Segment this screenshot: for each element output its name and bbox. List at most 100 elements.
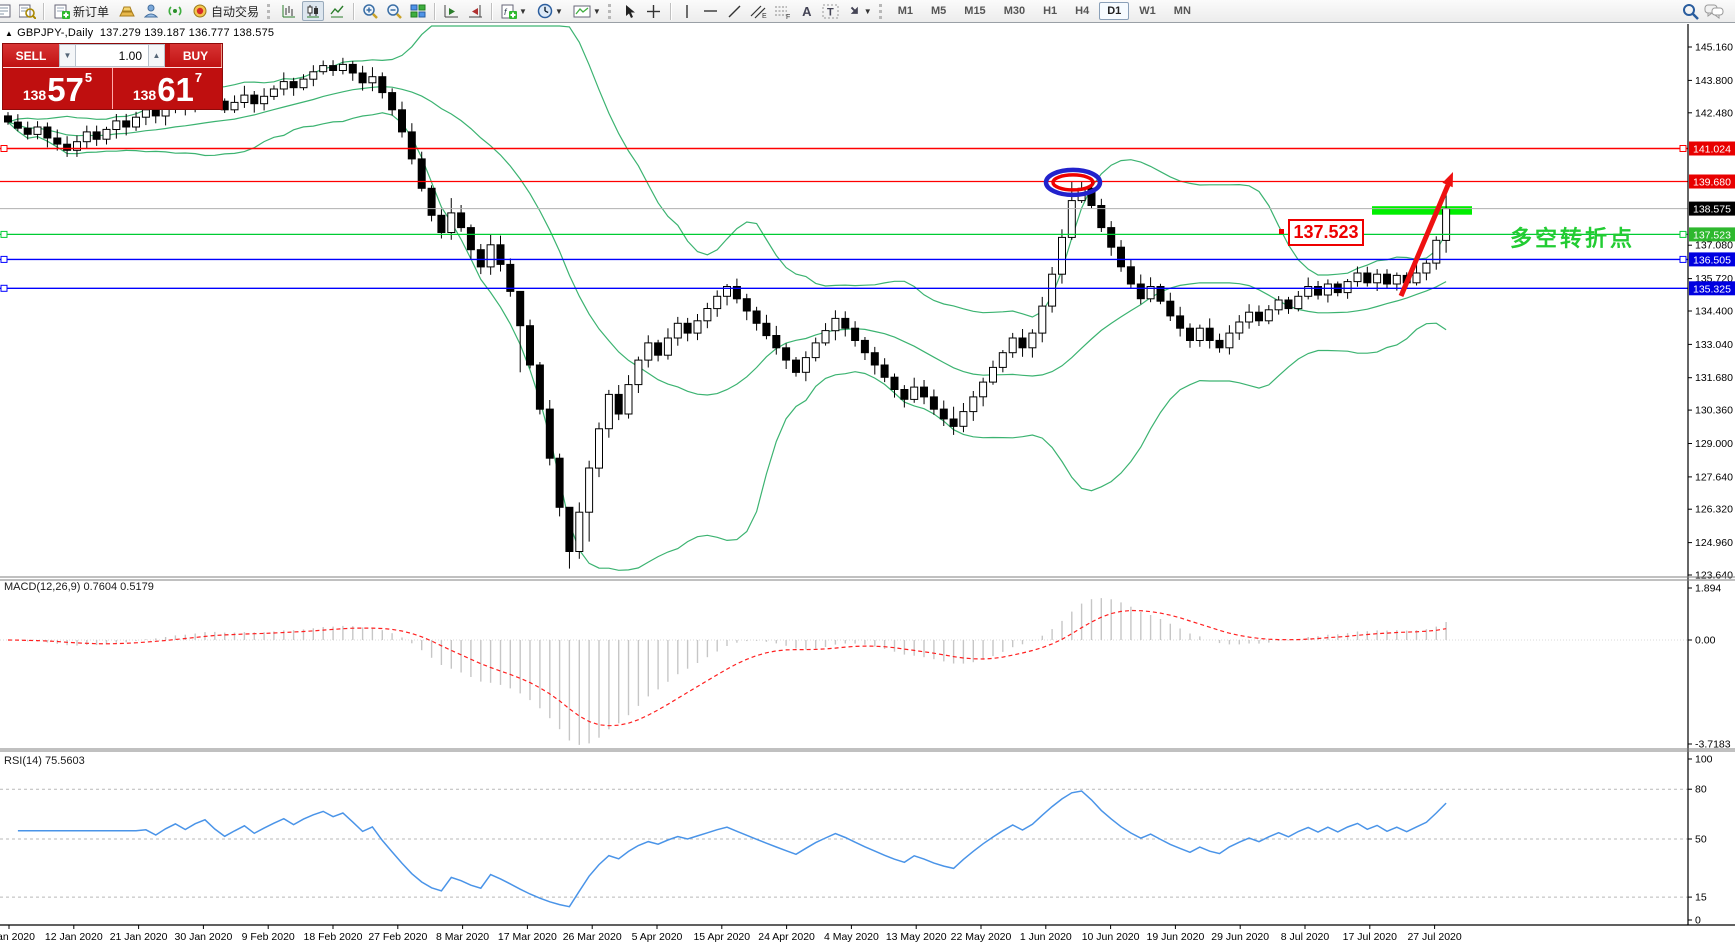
tile-windows-icon[interactable] bbox=[407, 1, 429, 21]
svg-text:138.575: 138.575 bbox=[1693, 204, 1731, 216]
svg-text:124.960: 124.960 bbox=[1695, 537, 1733, 549]
svg-text:26 Mar 2020: 26 Mar 2020 bbox=[563, 931, 622, 943]
templates-dropdown-caret[interactable]: ▼ bbox=[593, 7, 601, 16]
toolbar-drag-handle bbox=[608, 4, 614, 19]
svg-text:17 Jul 2020: 17 Jul 2020 bbox=[1343, 931, 1397, 943]
new-order-button[interactable]: 新订单 bbox=[49, 1, 114, 21]
svg-text:0.00: 0.00 bbox=[1695, 635, 1716, 647]
svg-text:8 Jul 2020: 8 Jul 2020 bbox=[1281, 931, 1330, 943]
text-tool-icon[interactable]: A bbox=[796, 1, 818, 21]
svg-text:9 Feb 2020: 9 Feb 2020 bbox=[242, 931, 295, 943]
timeframe-h1[interactable]: H1 bbox=[1035, 2, 1065, 20]
svg-text:130.360: 130.360 bbox=[1695, 405, 1733, 417]
sell-button[interactable]: SELL bbox=[3, 44, 59, 67]
auto-scroll-icon[interactable] bbox=[440, 1, 462, 21]
auto-trading-button[interactable]: 自动交易 bbox=[188, 1, 264, 21]
zoom-in-icon[interactable] bbox=[359, 1, 381, 21]
price-callout-137523[interactable]: 137.523 bbox=[1288, 219, 1364, 246]
svg-text:50: 50 bbox=[1695, 834, 1707, 846]
zoom-out-icon[interactable] bbox=[383, 1, 405, 21]
svg-text:131.680: 131.680 bbox=[1695, 372, 1733, 384]
svg-text:134.400: 134.400 bbox=[1695, 306, 1733, 318]
horizontal-line-tool-icon[interactable] bbox=[700, 1, 722, 21]
buy-price-figure: 138 bbox=[133, 87, 156, 103]
svg-text:136.505: 136.505 bbox=[1693, 254, 1731, 266]
timeframe-d1[interactable]: D1 bbox=[1099, 2, 1129, 20]
svg-text:133.040: 133.040 bbox=[1695, 339, 1733, 351]
svg-text:8 Mar 2020: 8 Mar 2020 bbox=[436, 931, 489, 943]
vertical-line-tool-icon[interactable] bbox=[676, 1, 698, 21]
svg-text:19 Jun 2020: 19 Jun 2020 bbox=[1146, 931, 1204, 943]
cursor-icon[interactable] bbox=[619, 1, 641, 21]
periods-icon[interactable]: ▼ bbox=[533, 1, 567, 21]
indicators-icon[interactable]: f ▼ bbox=[497, 1, 531, 21]
arrows-dropdown-caret[interactable]: ▼ bbox=[864, 7, 872, 16]
toolbar-drag-handle bbox=[879, 4, 885, 19]
new-order-label: 新订单 bbox=[73, 3, 109, 20]
rsi-indicator-label: RSI(14) 75.5603 bbox=[4, 755, 85, 767]
toolbar-separator bbox=[491, 3, 492, 20]
svg-text:129.000: 129.000 bbox=[1695, 438, 1733, 450]
sell-price[interactable]: 138 57 5 bbox=[3, 68, 113, 109]
svg-text:5 Apr 2020: 5 Apr 2020 bbox=[632, 931, 683, 943]
label-tool-icon[interactable]: T bbox=[820, 1, 842, 21]
signals-icon[interactable] bbox=[164, 1, 186, 21]
svg-text:4 May 2020: 4 May 2020 bbox=[824, 931, 879, 943]
timeframe-m1[interactable]: M1 bbox=[890, 2, 921, 20]
timeframe-h4[interactable]: H4 bbox=[1067, 2, 1097, 20]
svg-text:142.480: 142.480 bbox=[1695, 107, 1733, 119]
svg-text:80: 80 bbox=[1695, 784, 1707, 796]
crosshair-icon[interactable] bbox=[643, 1, 665, 21]
toolbar-separator bbox=[670, 3, 671, 20]
chat-icon[interactable] bbox=[1703, 1, 1725, 21]
channel-tool-icon[interactable]: E bbox=[748, 1, 770, 21]
chart-shift-icon[interactable] bbox=[464, 1, 486, 21]
price-callout-anchor[interactable] bbox=[1279, 229, 1284, 234]
buy-price[interactable]: 138 61 7 bbox=[113, 68, 222, 109]
timeframe-m30[interactable]: M30 bbox=[996, 2, 1033, 20]
search-icon[interactable] bbox=[1679, 1, 1701, 21]
svg-text:100: 100 bbox=[1695, 754, 1713, 766]
data-window-icon[interactable] bbox=[16, 1, 38, 21]
svg-text:27 Jul 2020: 27 Jul 2020 bbox=[1407, 931, 1461, 943]
auto-trading-label: 自动交易 bbox=[211, 3, 259, 20]
macd-indicator-label: MACD(12,26,9) 0.7604 0.5179 bbox=[4, 581, 154, 593]
toolbar-separator bbox=[353, 3, 354, 20]
arrows-tool-icon[interactable]: ▼ bbox=[844, 1, 876, 21]
volume-input[interactable] bbox=[76, 44, 148, 67]
volume-decrease-button[interactable]: ▼ bbox=[59, 44, 76, 67]
sell-price-figure: 138 bbox=[23, 87, 46, 103]
charts-list-icon[interactable] bbox=[0, 1, 14, 21]
candlestick-chart-type-icon[interactable] bbox=[302, 1, 324, 21]
timeframe-mn[interactable]: MN bbox=[1166, 2, 1199, 20]
trendline-tool-icon[interactable] bbox=[724, 1, 746, 21]
toolbar-separator bbox=[434, 3, 435, 20]
market-icon[interactable] bbox=[116, 1, 138, 21]
svg-text:126.320: 126.320 bbox=[1695, 504, 1733, 516]
line-chart-type-icon[interactable] bbox=[326, 1, 348, 21]
bar-chart-type-icon[interactable] bbox=[278, 1, 300, 21]
svg-text:T: T bbox=[827, 6, 834, 18]
collapse-panel-icon[interactable]: ▲ bbox=[5, 29, 13, 38]
svg-text:1 Jun 2020: 1 Jun 2020 bbox=[1020, 931, 1072, 943]
mt4-application: 新订单 自动交易 bbox=[0, 0, 1735, 943]
volume-increase-button[interactable]: ▲ bbox=[148, 44, 165, 67]
svg-text:10 Jun 2020: 10 Jun 2020 bbox=[1082, 931, 1140, 943]
community-icon[interactable] bbox=[140, 1, 162, 21]
svg-text:24 Apr 2020: 24 Apr 2020 bbox=[758, 931, 815, 943]
buy-button[interactable]: BUY bbox=[170, 44, 222, 67]
symbol-ohlc: 137.279 139.187 136.777 138.575 bbox=[100, 27, 274, 39]
timeframe-m5[interactable]: M5 bbox=[923, 2, 954, 20]
templates-icon[interactable]: ▼ bbox=[569, 1, 605, 21]
timeframe-m15[interactable]: M15 bbox=[956, 2, 993, 20]
periods-dropdown-caret[interactable]: ▼ bbox=[555, 7, 563, 16]
indicators-dropdown-caret[interactable]: ▼ bbox=[519, 7, 527, 16]
svg-text:18 Feb 2020: 18 Feb 2020 bbox=[304, 931, 363, 943]
one-click-trading-panel: SELL ▼ ▲ BUY 138 57 5 138 61 7 bbox=[2, 43, 223, 110]
timeframe-w1[interactable]: W1 bbox=[1131, 2, 1164, 20]
price-chart-canvas[interactable]: 145.160143.800142.480137.080135.720134.4… bbox=[0, 23, 1735, 943]
symbol-info: ▲GBPJPY-,Daily 137.279 139.187 136.777 1… bbox=[5, 27, 274, 39]
svg-text:1.894: 1.894 bbox=[1695, 583, 1721, 595]
fibonacci-tool-icon[interactable]: F bbox=[772, 1, 794, 21]
svg-text:E: E bbox=[762, 13, 767, 19]
